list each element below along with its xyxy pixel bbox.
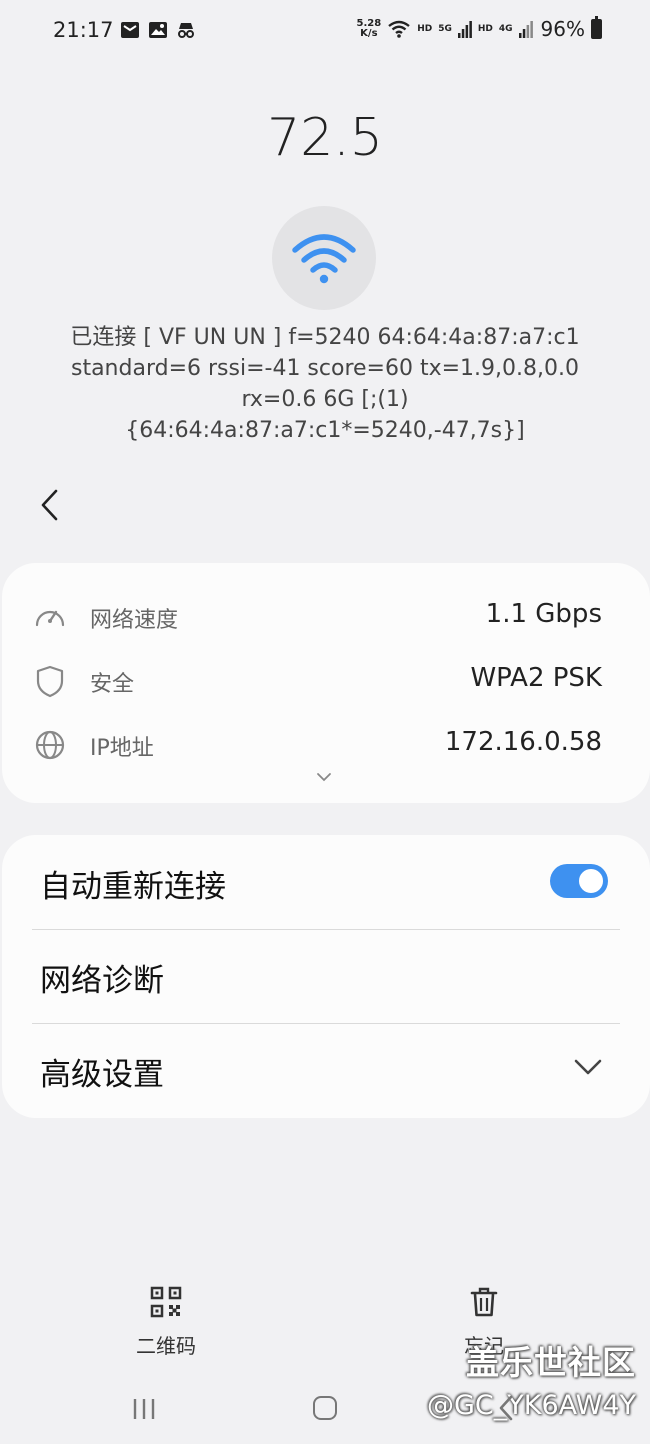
hd-badge: HD [417,24,433,34]
watermark-title: 盖乐世社区 [466,1343,636,1382]
diag-line: standard=6 rssi=-41 score=60 tx=1.9,0.8,… [70,356,579,381]
info-row-ip: IP地址 172.16.0.58 [2,714,650,774]
wifi-icon [292,234,356,284]
info-label: IP地址 [90,736,154,761]
advanced-settings-row[interactable]: 高级设置 [2,1023,650,1117]
signal-icon-2 [518,21,533,38]
settings-card: 自动重新连接 网络诊断 高级设置 [2,835,650,1118]
info-value: WPA2 PSK [470,663,602,693]
info-label: 安全 [90,672,135,697]
status-time: 21:17 [53,18,114,42]
home-button[interactable] [313,1396,337,1420]
expand-chevron-icon[interactable] [314,770,334,784]
network-speed: 5.28 K/s [357,19,382,39]
qr-code-button[interactable]: 二维码 [106,1286,226,1359]
back-button[interactable] [30,478,70,532]
network-type-2: 4G [498,24,513,34]
wifi-signal-badge [272,206,376,310]
wifi-icon [388,20,410,38]
qr-code-icon [150,1286,182,1318]
network-diagnostics-label: 网络诊断 [40,963,164,999]
advanced-settings-label: 高级设置 [40,1057,164,1093]
auto-reconnect-row[interactable]: 自动重新连接 [2,835,650,929]
link-speed-value: 72.5 [267,108,383,168]
battery-percent: 96% [540,17,585,41]
system-status-icons: 5.28 K/s HD 5G HD 4G 96% [357,16,602,41]
info-row-speed: 网络速度 1.1 Gbps [2,586,650,646]
network-type: 5G [438,24,452,34]
toggle-knob [577,867,605,895]
network-speed-unit: K/s [360,28,378,39]
nav-back-icon[interactable] [497,1394,515,1422]
trash-icon [470,1287,498,1317]
info-row-security: 安全 WPA2 PSK [2,650,650,710]
status-bar: 21:17 5.28 K/s HD 5G HD 4G 96% [0,0,650,62]
signal-icon [457,21,472,38]
speedometer-icon [35,610,65,627]
incognito-icon [178,23,194,38]
globe-icon [35,730,65,760]
battery-icon [591,16,602,39]
hd-badge-2: HD [477,24,493,34]
chevron-down-icon[interactable] [572,1055,604,1079]
diag-line: 已连接 [ VF UN UN ] f=5240 64:64:4a:87:a7:c… [70,325,580,350]
system-nav-bar [0,1380,650,1444]
auto-reconnect-toggle[interactable] [550,864,608,898]
info-value: 1.1 Gbps [485,599,602,629]
network-diagnostics-row[interactable]: 网络诊断 [2,929,650,1023]
mail-icon [121,22,139,38]
network-info-card: 网络速度 1.1 Gbps 安全 WPA2 PSK IP地址 172.16.0.… [2,563,650,803]
diag-line: rx=0.6 6G [;(1) [241,387,409,412]
image-icon [149,22,167,38]
recent-apps-icon[interactable] [131,1396,157,1422]
diag-line: {64:64:4a:87:a7:c1*=5240,-47,7s}] [125,418,525,443]
notification-icons [120,20,196,40]
shield-icon [36,665,64,698]
connection-diagnostic-text: 已连接 [ VF UN UN ] f=5240 64:64:4a:87:a7:c… [30,322,620,446]
info-value: 172.16.0.58 [444,727,602,757]
auto-reconnect-label: 自动重新连接 [40,869,226,905]
info-label: 网络速度 [90,608,179,633]
qr-code-label: 二维码 [136,1334,196,1358]
